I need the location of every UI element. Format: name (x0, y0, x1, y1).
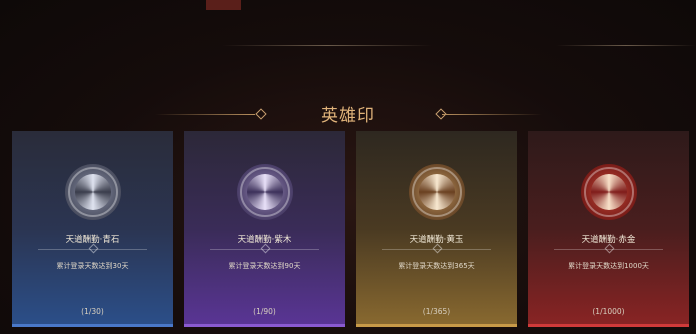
tab-active[interactable] (206, 0, 242, 10)
top-tab-bar (206, 0, 285, 10)
seal-requirement: 累计登录天数达到1000天 (568, 262, 649, 270)
seal-progress: (1/90) (253, 307, 276, 316)
tab-inactive[interactable] (249, 0, 284, 10)
seal-card-chijin[interactable]: 天道酬勤·赤金 累计登录天数达到1000天 (1/1000) (528, 131, 689, 327)
seal-card-zimu[interactable]: 天道酬勤·紫木 累计登录天数达到90天 (1/90) (184, 131, 345, 327)
tier-bar (12, 324, 173, 327)
diamond-ornament-icon (432, 243, 442, 254)
hero-seal-emblem-icon (236, 164, 293, 220)
seal-progress: (1/365) (422, 307, 451, 316)
seal-requirement: 累计登录天数达到365天 (398, 262, 475, 270)
tier-bar (528, 324, 689, 327)
hero-seal-emblem-icon (580, 164, 637, 220)
tier-bar (184, 324, 345, 327)
seal-progress: (1/30) (81, 307, 104, 316)
faded-divider-left (222, 45, 432, 46)
tier-bar (356, 324, 517, 327)
section-title: 英雄印 (321, 106, 375, 126)
seal-card-huangyu[interactable]: 天道酬勤·黄玉 累计登录天数达到365天 (1/365) (356, 131, 517, 327)
seal-requirement: 累计登录天数达到90天 (228, 262, 301, 270)
diamond-ornament-icon (88, 243, 98, 254)
diamond-ornament-icon (260, 243, 270, 254)
diamond-ornament-icon (604, 243, 614, 254)
title-line-right (442, 114, 542, 115)
faded-divider-right (556, 45, 696, 46)
seal-progress: (1/1000) (592, 307, 625, 316)
seal-requirement: 累计登录天数达到30天 (56, 262, 129, 270)
hero-seal-emblem-icon (408, 164, 465, 220)
seal-card-qingshi[interactable]: 天道酬勤·青石 累计登录天数达到30天 (1/30) (12, 131, 173, 327)
hero-seal-emblem-icon (64, 164, 121, 220)
